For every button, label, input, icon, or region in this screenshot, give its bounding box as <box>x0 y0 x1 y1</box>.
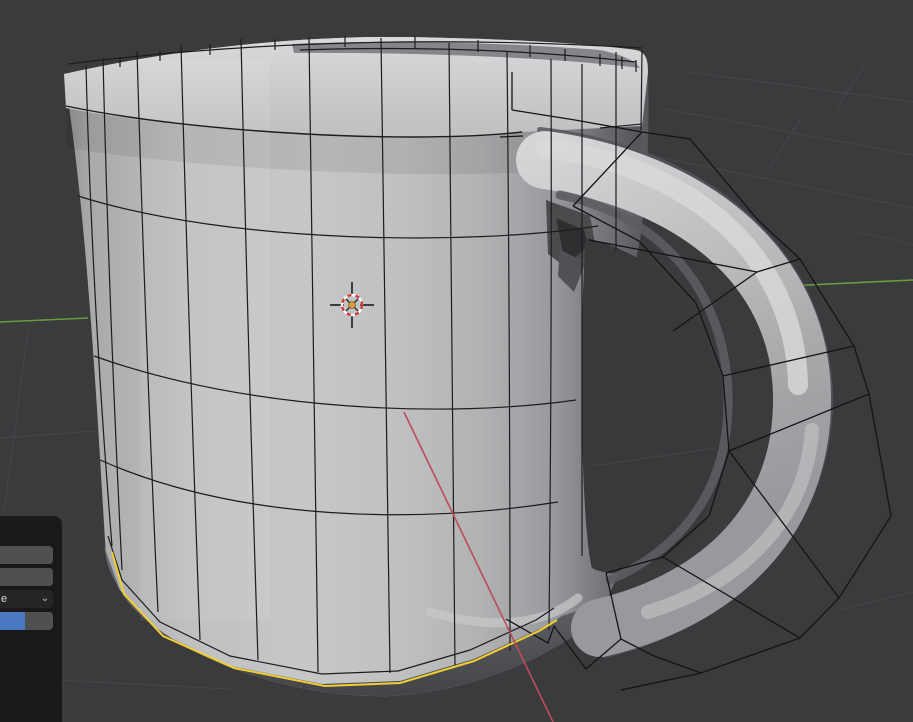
operator-value-field-2[interactable] <box>0 568 53 586</box>
chevron-down-icon: ⌄ <box>37 590 53 608</box>
operator-value-field-1[interactable] <box>0 546 53 564</box>
3d-viewport[interactable] <box>0 0 913 722</box>
operator-slider[interactable] <box>0 612 53 630</box>
operator-redo-panel: e ⌄ <box>0 516 62 722</box>
operator-dropdown-label: e <box>0 590 37 608</box>
body-highlight <box>140 60 270 620</box>
blender-window: e ⌄ <box>0 0 913 722</box>
origin-point <box>349 302 356 309</box>
operator-dropdown[interactable]: e ⌄ <box>0 590 53 608</box>
operator-slider-fill <box>0 612 25 630</box>
